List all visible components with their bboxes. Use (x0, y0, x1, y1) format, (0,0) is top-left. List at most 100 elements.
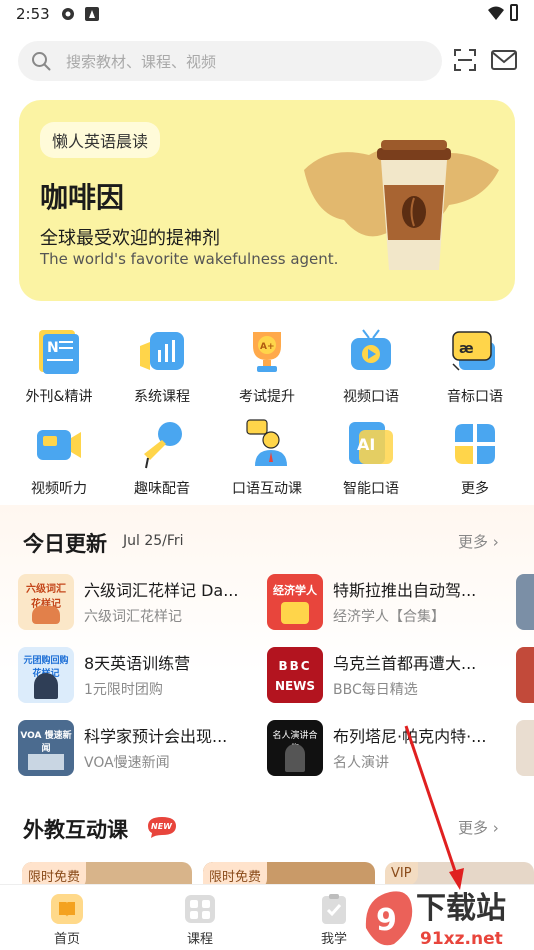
banner-english: The world's favorite wakefulness agent. (40, 250, 339, 268)
watermark-url: 91xz.net (420, 929, 503, 949)
grid-item-video-speaking[interactable]: 视频口语 (319, 326, 423, 406)
scan-icon[interactable] (453, 48, 477, 72)
watermark-title: 下载站 (416, 891, 506, 926)
newspaper-icon: N (39, 330, 79, 374)
banner-title: 咖啡因 (40, 181, 125, 214)
grid-label: 考试提升 (239, 389, 295, 405)
wifi-icon (488, 6, 504, 20)
more-link[interactable]: 更多 › (458, 817, 499, 838)
card-title: 特斯拉推出自动驾... (333, 581, 477, 600)
clipboard-icon (322, 894, 346, 924)
nav-item-home[interactable]: 首页 (17, 885, 117, 950)
grid-label: 音标口语 (447, 389, 503, 405)
thumb-text: NEWS (274, 679, 316, 693)
chart-icon (140, 332, 184, 370)
nav-label: 首页 (53, 932, 80, 947)
coffee-cup-illustration (304, 140, 499, 270)
nav-item-course[interactable]: 课程 (150, 885, 250, 950)
grid-label: 系统课程 (134, 389, 190, 405)
nav-label: 课程 (186, 932, 213, 947)
update-card[interactable]: 名人演讲合集 布列塔尼·帕克内特·... 名人演讲 (267, 720, 507, 778)
svg-text:AI: AI (357, 435, 375, 454)
search-bar[interactable]: 搜索教材、课程、视频 (18, 41, 442, 81)
grid-label: 外刊&精讲 (25, 389, 93, 405)
new-badge-label: NEW (151, 822, 173, 831)
update-card[interactable]: VOA 慢速新闻 科学家预计会出现... VOA慢速新闻 (18, 720, 258, 778)
card-title: 六级词汇花样记 Da... (84, 581, 239, 600)
section-title: 今日更新 (23, 532, 107, 556)
grid-item-ai-speaking[interactable]: AI 智能口语 (319, 418, 423, 498)
grid-label: 更多 (461, 481, 489, 497)
battery-icon (510, 4, 518, 21)
grid-item-phonetic[interactable]: æ 音标口语 (423, 326, 527, 406)
app-notification-icon (85, 7, 99, 21)
card-thumbnail: 六级词汇 花样记 (18, 574, 74, 630)
new-badge-icon: NEW (148, 817, 176, 838)
settings-gear-icon (62, 8, 74, 20)
card-subtitle: 六级词汇花样记 (84, 609, 182, 625)
svg-text:æ: æ (459, 341, 474, 357)
update-card-partial[interactable] (516, 720, 534, 776)
grid-item-magazine[interactable]: N 外刊&精讲 (7, 326, 111, 406)
site-watermark: 9 下载站 91xz.net (360, 858, 534, 950)
card-title: 8天英语训练营 (84, 654, 191, 673)
grid-label: 趣味配音 (134, 481, 190, 497)
card-title: 科学家预计会出现... (84, 727, 228, 746)
status-bar: 2:53 (0, 0, 534, 30)
card-thumbnail: 经济学人 (267, 574, 323, 630)
update-card-partial[interactable] (516, 574, 534, 630)
card-subtitle: 名人演讲 (333, 755, 389, 771)
grid-item-video-listening[interactable]: 视频听力 (7, 418, 111, 498)
grid-item-interactive[interactable]: 口语互动课 (215, 418, 319, 498)
teacher-icon (246, 419, 287, 466)
thumb-text: 经济学人 (273, 584, 317, 597)
grid-label: 视频口语 (343, 389, 399, 405)
more-link[interactable]: 更多 › (458, 531, 499, 552)
section-title: 外教互动课 (23, 818, 128, 842)
card-subtitle: 经济学人【合集】 (333, 609, 445, 625)
chevron-right-icon: › (492, 819, 499, 837)
thumb-figure (34, 673, 58, 699)
microphone-icon (144, 422, 182, 469)
card-thumbnail: BBC NEWS (267, 647, 323, 703)
update-card[interactable]: 经济学人 特斯拉推出自动驾... 经济学人【合集】 (267, 574, 507, 632)
grid-label: 智能口语 (343, 481, 399, 497)
trophy-icon: A+ (253, 332, 281, 372)
home-icon (51, 894, 83, 924)
grid-label: 口语互动课 (232, 481, 302, 497)
thumb-figure (285, 744, 305, 772)
thumb-figure (281, 602, 309, 624)
camera-icon (37, 430, 81, 460)
promo-banner[interactable]: 懒人英语晨读 咖啡因 全球最受欢迎的提神剂 The world's favori… (19, 100, 515, 301)
card-title: 布列塔尼·帕克内特·... (333, 727, 487, 746)
search-placeholder: 搜索教材、课程、视频 (66, 53, 217, 71)
grid-item-courses[interactable]: 系统课程 (110, 326, 214, 406)
card-thumbnail: 名人演讲合集 (267, 720, 323, 776)
grid-item-dubbing[interactable]: 趣味配音 (110, 418, 214, 498)
card-subtitle: VOA慢速新闻 (84, 755, 170, 771)
update-card[interactable]: BBC NEWS 乌克兰首都再遭大... BBC每日精选 (267, 647, 507, 705)
more-label: 更多 (458, 533, 489, 551)
thumb-text: VOA 慢速新闻 (20, 731, 72, 754)
today-updates-section: 今日更新 Jul 25/Fri 更多 › 六级词汇 花样记 六级词汇花样记 Da… (0, 505, 534, 785)
svg-text:N: N (47, 340, 59, 356)
chevron-right-icon: › (492, 533, 499, 551)
grid-label: 视频听力 (31, 481, 87, 497)
thumb-text: BBC (278, 659, 312, 673)
clover-icon (455, 424, 495, 464)
ai-icon: AI (349, 422, 393, 464)
card-thumbnail: VOA 慢速新闻 (18, 720, 74, 776)
update-card[interactable]: 六级词汇 花样记 六级词汇花样记 Da... 六级词汇花样记 (18, 574, 258, 632)
update-card-partial[interactable] (516, 647, 534, 703)
banner-chip: 懒人英语晨读 (40, 122, 161, 158)
status-time: 2:53 (16, 5, 50, 23)
more-label: 更多 (458, 819, 489, 837)
grid-item-more[interactable]: 更多 (423, 418, 527, 498)
mail-icon[interactable] (491, 50, 517, 70)
grid-item-exam[interactable]: A+ 考试提升 (215, 326, 319, 406)
watermark-logo: 9 下载站 91xz.net (365, 891, 506, 949)
svg-text:A+: A+ (260, 342, 275, 352)
phonetic-icon: æ (452, 331, 495, 371)
update-card[interactable]: 元团购回购 花样记 8天英语训练营 1元限时团购 (18, 647, 258, 705)
thumb-figure (32, 606, 60, 624)
